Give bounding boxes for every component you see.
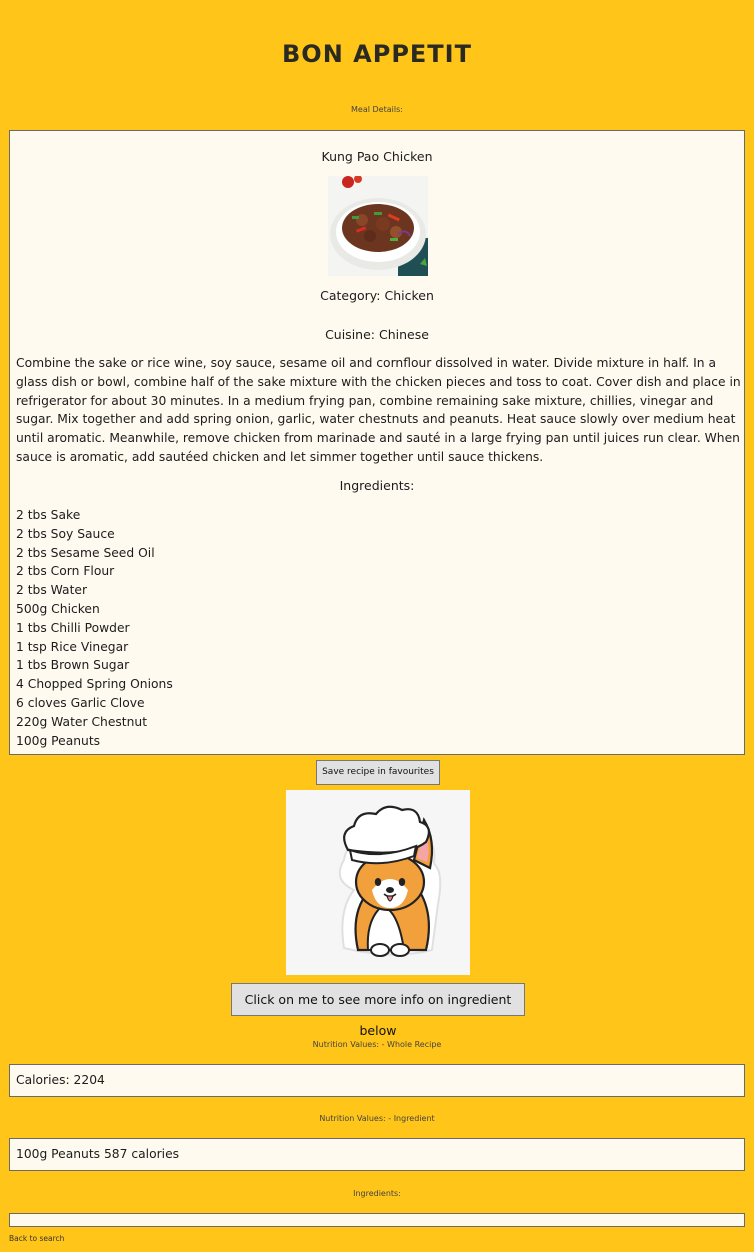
ingredients-list: 2 tbs Sake 2 tbs Soy Sauce 2 tbs Sesame …	[16, 506, 173, 750]
ingredient-item: 100g Peanuts	[16, 733, 101, 748]
ingredient-item: 2 tbs Soy Sauce	[16, 526, 115, 541]
ingredient-item: 2 tbs Corn Flour	[16, 564, 115, 579]
meal-category: Category: Chicken	[320, 288, 434, 303]
nutrition-ingredient-label: Nutrition Values: - Ingredient	[319, 1114, 435, 1123]
ingredient-calories: 100g Peanuts 587 calories	[9, 1138, 745, 1171]
meal-details-label: Meal Details:	[351, 105, 403, 114]
calories-total: Calories: 2204	[9, 1064, 745, 1097]
page-title: BON APPETIT	[282, 40, 472, 68]
meal-cuisine: Cuisine: Chinese	[325, 327, 429, 342]
ingredient-item: 6 cloves Garlic Clove	[16, 695, 145, 710]
ingredient-item: 220g Water Chestnut	[16, 714, 148, 729]
ingredients-heading: Ingredients:	[339, 478, 415, 493]
meal-instructions: Combine the sake or rice wine, soy sauce…	[16, 356, 741, 464]
ingredient-item: 1 tbs Chilli Powder	[16, 620, 130, 635]
save-favourite-button[interactable]: Save recipe in favourites	[316, 760, 440, 785]
chef-corgi-image	[286, 790, 470, 975]
ingredient-item: 1 tsp Rice Vinegar	[16, 639, 129, 654]
meal-name: Kung Pao Chicken	[321, 149, 433, 164]
ingredient-info-button[interactable]: Click on me to see more info on ingredie…	[231, 983, 525, 1038]
ingredient-item: 2 tbs Sake	[16, 508, 81, 522]
ingredients-section-label: Ingredients:	[353, 1189, 401, 1198]
ingredient-item: 2 tbs Water	[16, 583, 88, 598]
meal-details-panel: Kung Pao Chicken Category: Chicken Cuisi…	[9, 130, 745, 755]
ingredient-item: 1 tbs Brown Sugar	[16, 658, 130, 673]
ingredient-item: 500g Chicken	[16, 601, 100, 616]
ingredient-detail-box	[9, 1213, 745, 1227]
back-to-search-link[interactable]: Back to search	[9, 1234, 64, 1243]
meal-image	[328, 176, 428, 276]
nutrition-whole-label: Nutrition Values: - Whole Recipe	[312, 1040, 442, 1049]
ingredient-item: 4 Chopped Spring Onions	[16, 677, 173, 692]
ingredient-item: 2 tbs Sesame Seed Oil	[16, 545, 155, 560]
